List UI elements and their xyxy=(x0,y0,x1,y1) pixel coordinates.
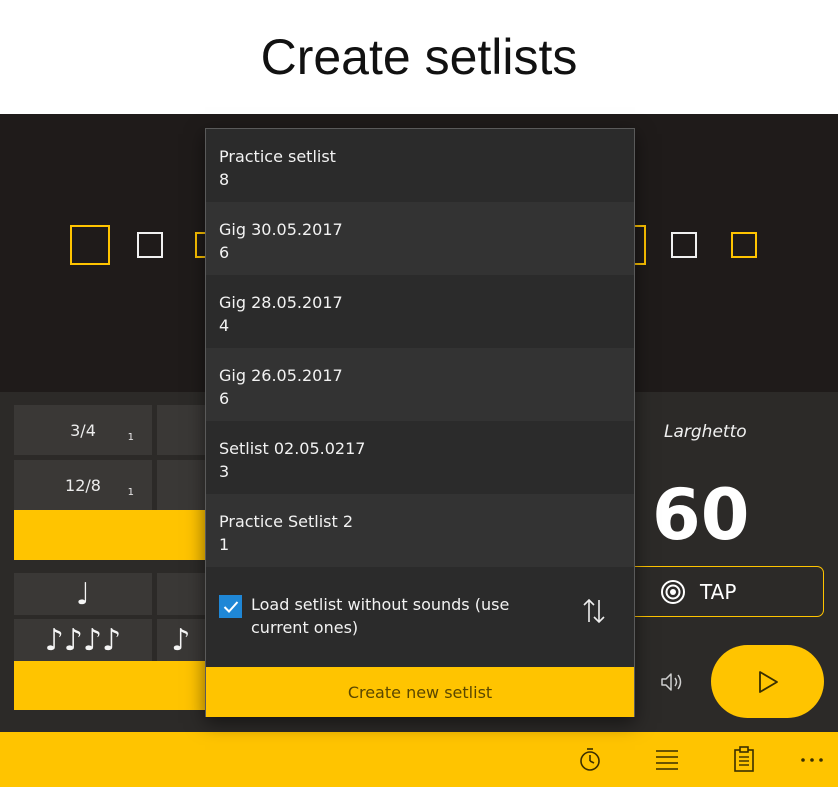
eighth-note-icon: ♪ xyxy=(171,622,191,658)
page-title: Create setlists xyxy=(260,29,578,85)
time-signature-slot[interactable] xyxy=(157,405,205,455)
time-signature-12-8[interactable]: 12/8 1 xyxy=(14,460,152,510)
bpm-value[interactable]: 60 xyxy=(652,474,749,556)
tap-label: TAP xyxy=(700,579,737,604)
time-signature-label: 12/8 xyxy=(65,475,101,495)
checkmark-icon xyxy=(223,600,238,613)
tap-button[interactable]: TAP xyxy=(632,566,824,617)
setlist-item[interactable]: Gig 26.05.2017 6 xyxy=(206,348,634,421)
subdivision-bar[interactable] xyxy=(14,661,205,710)
time-signature-slot[interactable] xyxy=(157,460,205,510)
setlist-name: Gig 26.05.2017 xyxy=(219,366,343,385)
stopwatch-icon[interactable] xyxy=(578,746,602,772)
setlist-name: Gig 30.05.2017 xyxy=(219,220,343,239)
time-signature-3-4[interactable]: 3/4 1 xyxy=(14,405,152,455)
setlist-count: 4 xyxy=(219,316,230,335)
beat-box-accent[interactable] xyxy=(731,232,757,258)
load-without-sounds-row: Load setlist without sounds (use current… xyxy=(206,567,634,667)
setlist-name: Practice setlist xyxy=(219,147,336,166)
load-without-sounds-label[interactable]: Load setlist without sounds (use current… xyxy=(251,593,571,639)
time-signature-label: 3/4 xyxy=(70,420,96,440)
list-icon[interactable] xyxy=(655,746,679,772)
time-signature-sub: 1 xyxy=(127,432,134,443)
quarter-note-icon: ♩ xyxy=(75,576,91,612)
sixteenth-notes-icon: ♪♪♪♪ xyxy=(44,622,122,658)
beat-box-accent[interactable] xyxy=(70,225,110,265)
time-signature-bar[interactable] xyxy=(14,510,205,560)
clipboard-icon[interactable] xyxy=(734,746,754,772)
setlist-count: 6 xyxy=(219,389,230,408)
beat-box[interactable] xyxy=(671,232,697,258)
setlist-name: Practice Setlist 2 xyxy=(219,512,354,531)
setlist-item[interactable]: Gig 30.05.2017 6 xyxy=(206,202,634,275)
sort-icon[interactable] xyxy=(581,597,607,625)
volume-icon[interactable] xyxy=(660,671,684,693)
setlist-item[interactable]: Practice Setlist 2 1 xyxy=(206,494,634,567)
setlist-count: 1 xyxy=(219,535,230,554)
load-without-sounds-checkbox[interactable] xyxy=(219,595,242,618)
setlist-item[interactable]: Setlist 02.05.0217 3 xyxy=(206,421,634,494)
setlist-name: Setlist 02.05.0217 xyxy=(219,439,366,458)
setlist-count: 6 xyxy=(219,243,230,262)
setlist-item[interactable]: Gig 28.05.2017 4 xyxy=(206,275,634,348)
tap-target-icon xyxy=(661,579,685,604)
note-sixteenths-cell[interactable]: ♪♪♪♪ xyxy=(14,619,152,661)
note-quarter-cell[interactable]: ♩ xyxy=(14,573,152,615)
screen: Create setlists 3/4 1 12/8 1 ♩ ♪♪♪♪ ♪ La… xyxy=(0,0,838,787)
setlist-name: Gig 28.05.2017 xyxy=(219,293,343,312)
play-button[interactable] xyxy=(711,645,824,718)
tempo-name: Larghetto xyxy=(664,422,747,442)
play-icon xyxy=(758,670,778,693)
create-new-setlist-button[interactable]: Create new setlist xyxy=(206,667,634,717)
note-slot[interactable] xyxy=(157,573,205,615)
time-signature-sub: 1 xyxy=(127,487,134,498)
setlist-dropdown: Practice setlist 8 Gig 30.05.2017 6 Gig … xyxy=(205,128,635,717)
setlist-count: 3 xyxy=(219,462,230,481)
more-icon[interactable] xyxy=(800,756,824,764)
bottom-app-bar xyxy=(0,732,838,787)
note-eighth-cell[interactable]: ♪ xyxy=(157,619,205,661)
setlist-count: 8 xyxy=(219,170,230,189)
setlist-item[interactable]: Practice setlist 8 xyxy=(206,129,634,202)
beat-box[interactable] xyxy=(137,232,163,258)
